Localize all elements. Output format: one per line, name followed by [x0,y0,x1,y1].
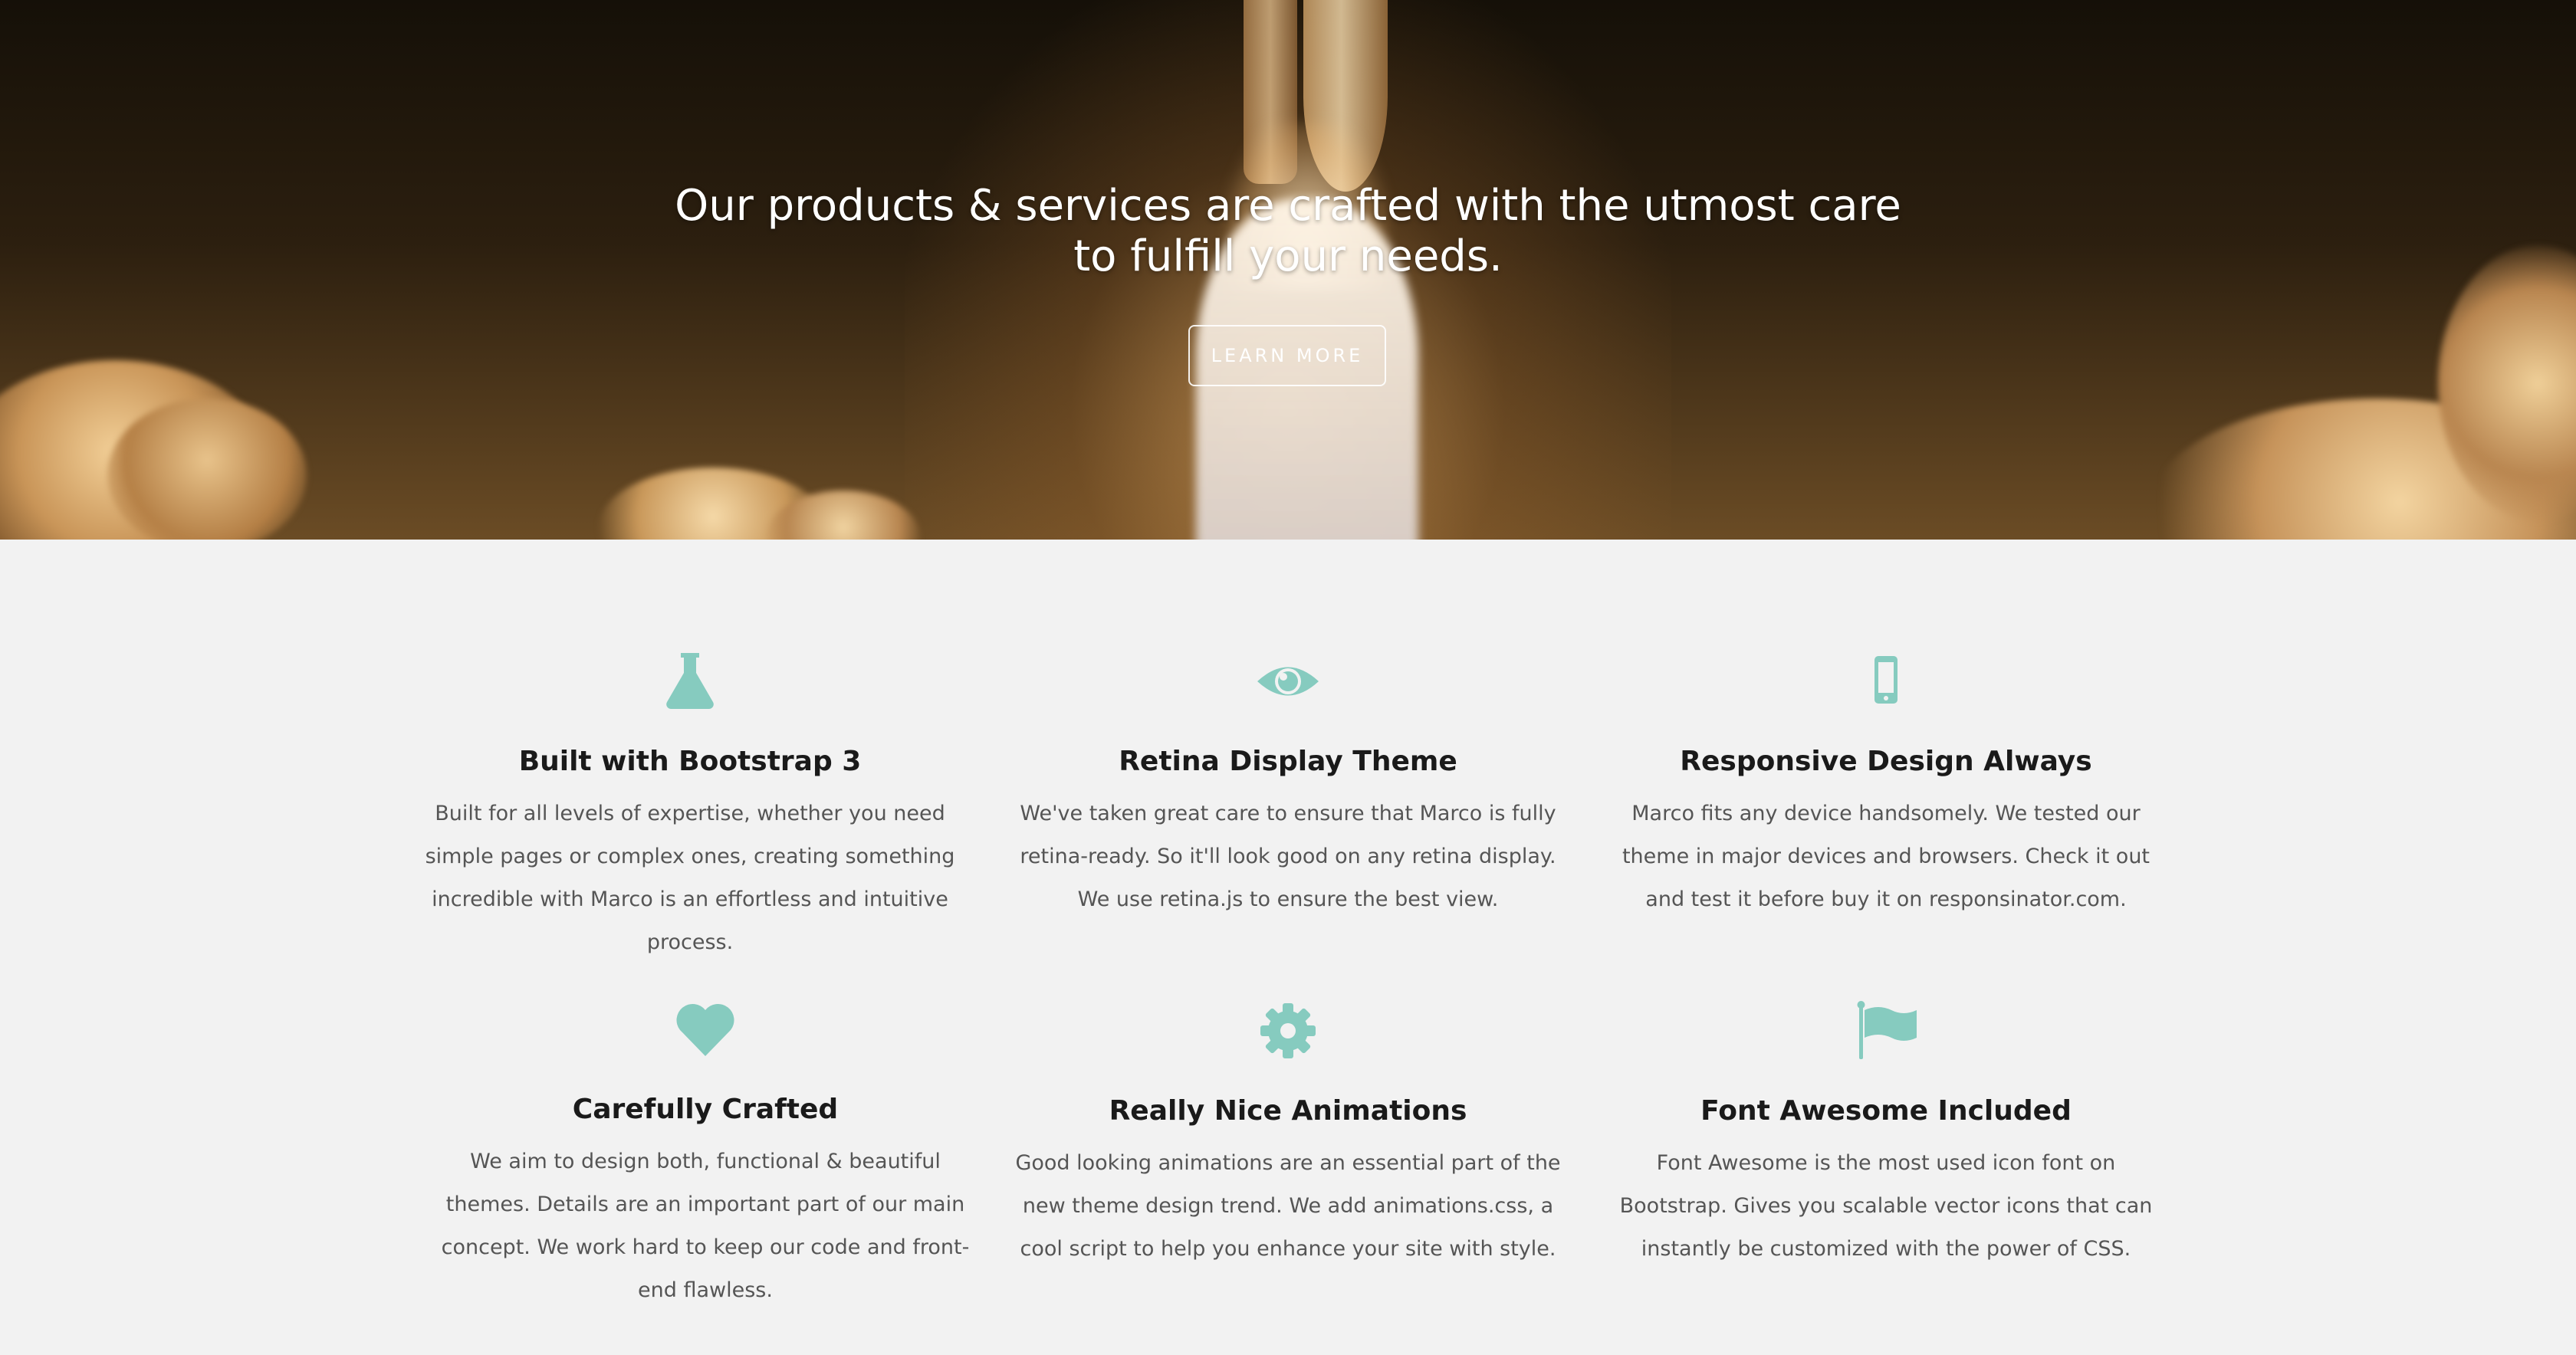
feature-item: Built with Bootstrap 3 Built for all lev… [406,647,974,964]
feature-title: Carefully Crafted [572,1094,839,1125]
feature-text: Good looking animations are an essential… [1015,1151,1561,1261]
gear-icon [1254,996,1322,1065]
feature-text: Built for all levels of expertise, wheth… [425,802,955,954]
feature-title: Font Awesome Included [1700,1095,2072,1127]
feature-title: Retina Display Theme [1119,746,1457,777]
feature-item: Font Awesome Included Font Awesome is th… [1602,996,2170,1271]
smoke-cloud [107,399,307,540]
features-section: Built with Bootstrap 3 Built for all lev… [0,540,2576,1355]
hero-title: Our products & services are crafted with… [675,181,1901,281]
feature-item: Really Nice Animations Good looking anim… [1004,996,1572,1271]
feature-text: We've taken great care to ensure that Ma… [1020,802,1556,911]
feature-text: Font Awesome is the most used icon font … [1619,1151,2153,1261]
feature-text: We aim to design both, functional & beau… [441,1150,970,1302]
feature-item: Carefully Crafted We aim to design both,… [422,995,989,1312]
learn-more-button[interactable]: LEARN MORE [1188,325,1386,386]
feature-title: Really Nice Animations [1109,1095,1467,1127]
flag-icon [1852,996,1921,1065]
feature-item: Retina Display Theme We've taken great c… [1004,647,1572,921]
feature-title: Built with Bootstrap 3 [518,746,862,777]
hero-banner: Our products & services are crafted with… [0,0,2576,540]
feature-item: Responsive Design Always Marco fits any … [1602,647,2170,921]
feature-text: Marco fits any device handsomely. We tes… [1622,802,2150,911]
heart-icon [671,995,740,1064]
eye-icon [1254,647,1322,716]
mobile-icon [1852,647,1921,716]
flask-icon [656,647,724,716]
feature-title: Responsive Design Always [1680,746,2092,777]
